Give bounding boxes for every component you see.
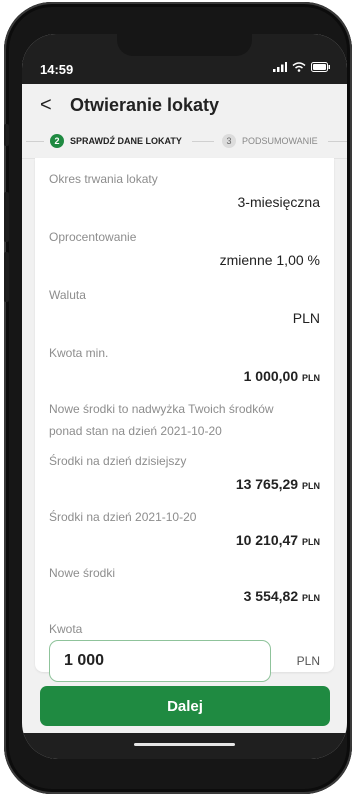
funds-today-currency: PLN — [302, 481, 320, 491]
volume-up-button — [4, 192, 9, 242]
next-button[interactable]: Dalej — [40, 686, 330, 726]
wifi-icon — [292, 62, 306, 72]
amount-currency: PLN — [296, 654, 320, 668]
new-funds-info-line1: Nowe środki to nadwyżka Twoich środków — [49, 402, 274, 416]
new-funds-info-line2: ponad stan na dzień 2021-10-20 — [49, 424, 222, 438]
funds-date-value: 10 210,47 PLN — [236, 532, 320, 548]
interest-label: Oprocentowanie — [49, 230, 137, 244]
term-value: 3-miesięczna — [237, 194, 320, 210]
volume-down-button — [4, 252, 9, 302]
step-number: 2 — [50, 134, 64, 148]
interest-value: zmienne 1,00 % — [219, 252, 320, 268]
new-funds-currency: PLN — [302, 593, 320, 603]
step-verify-details: 2 SPRAWDŹ DANE LOKATY — [50, 134, 182, 148]
funds-date-currency: PLN — [302, 537, 320, 547]
step-connector — [26, 141, 44, 142]
status-time: 14:59 — [40, 62, 74, 77]
step-connector — [328, 141, 347, 142]
stepper: 2 SPRAWDŹ DANE LOKATY 3 PODSUMOWANIE — [22, 128, 347, 159]
step-label: SPRAWDŹ DANE LOKATY — [70, 136, 182, 146]
status-icons — [273, 62, 331, 72]
app-bar: < Otwieranie lokaty — [22, 84, 347, 128]
amount-input[interactable] — [49, 640, 271, 682]
home-indicator[interactable] — [134, 743, 235, 746]
term-label: Okres trwania lokaty — [49, 172, 158, 186]
funds-today-label: Środki na dzień dzisiejszy — [49, 454, 187, 468]
min-amount-number: 1 000,00 — [243, 368, 299, 384]
back-chevron-icon[interactable]: < — [40, 94, 52, 116]
mute-button — [4, 124, 9, 146]
min-amount-currency: PLN — [302, 373, 320, 383]
step-summary: 3 PODSUMOWANIE — [222, 134, 318, 148]
funds-date-label: Środki na dzień 2021-10-20 — [49, 510, 197, 524]
screen: 14:59 < Otwieranie lokaty 2 SPRAWDŹ DANE… — [22, 34, 347, 759]
new-funds-value: 3 554,82 PLN — [244, 588, 320, 604]
funds-today-number: 13 765,29 — [235, 476, 299, 492]
battery-icon — [311, 62, 330, 72]
notch — [117, 34, 252, 56]
new-funds-label: Nowe środki — [49, 566, 116, 580]
new-funds-number: 3 554,82 — [243, 588, 299, 604]
currency-label: Waluta — [49, 288, 86, 302]
step-label: PODSUMOWANIE — [242, 136, 318, 146]
page-title: Otwieranie lokaty — [70, 95, 220, 115]
funds-today-value: 13 765,29 PLN — [236, 476, 320, 492]
signal-icon — [273, 62, 287, 72]
min-amount-value: 1 000,00 PLN — [244, 368, 320, 384]
deposit-details-card: Okres trwania lokaty 3-miesięczna Oproce… — [35, 158, 334, 672]
min-amount-label: Kwota min. — [49, 346, 109, 360]
amount-label: Kwota — [49, 622, 83, 636]
currency-value: PLN — [292, 310, 320, 326]
phone-frame: 14:59 < Otwieranie lokaty 2 SPRAWDŹ DANE… — [4, 2, 352, 794]
funds-date-number: 10 210,47 — [235, 532, 299, 548]
system-nav-bar — [22, 733, 347, 759]
step-connector — [192, 141, 214, 142]
step-number: 3 — [222, 134, 236, 148]
